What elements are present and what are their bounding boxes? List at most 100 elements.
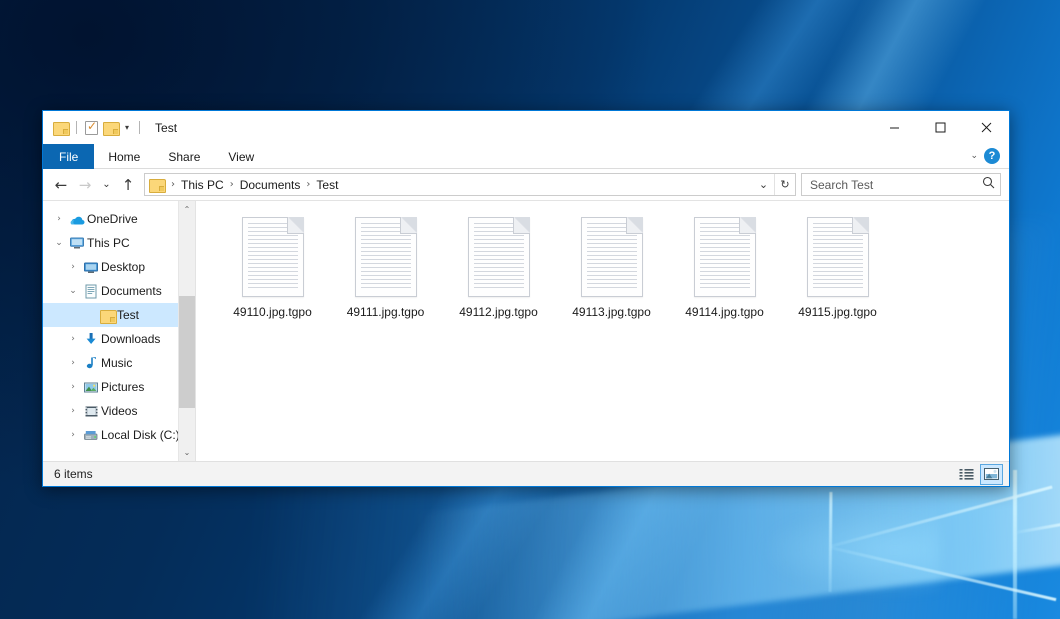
pictures-icon	[81, 381, 101, 394]
sidebar-item-onedrive[interactable]: › OneDrive	[43, 207, 195, 231]
tab-file[interactable]: File	[43, 144, 94, 169]
refresh-icon[interactable]: ↻	[774, 174, 795, 195]
expand-ribbon-icon[interactable]: ⌄	[970, 151, 978, 161]
file-item[interactable]: 49111.jpg.tgpo	[329, 215, 442, 319]
file-explorer-window: ▾ Test File Home Share View ⌄ ? ← →	[42, 110, 1010, 487]
search-input[interactable]: Search Test	[810, 178, 982, 192]
generic-document-icon	[694, 217, 756, 297]
expand-chevron-icon[interactable]: ›	[65, 262, 81, 272]
back-button[interactable]: ←	[49, 173, 73, 197]
sidebar-item-label: Downloads	[101, 332, 160, 346]
file-item[interactable]: 49112.jpg.tgpo	[442, 215, 555, 319]
expand-chevron-icon[interactable]: ›	[65, 406, 81, 416]
status-bar: 6 items	[43, 461, 1009, 486]
tab-home[interactable]: Home	[94, 144, 154, 169]
address-bar: ← → ⌄ ↑ › This PC › Documents › Test ⌄ ↻…	[43, 169, 1009, 200]
onedrive-icon	[67, 213, 87, 226]
sidebar-item-test[interactable]: Test	[43, 303, 195, 327]
window-title: Test	[155, 121, 177, 135]
generic-document-icon	[807, 217, 869, 297]
up-button[interactable]: ↑	[116, 173, 140, 197]
sidebar-item-local-disk-c[interactable]: › Local Disk (C:)	[43, 423, 195, 447]
generic-document-icon	[355, 217, 417, 297]
file-name: 49111.jpg.tgpo	[347, 305, 425, 319]
videos-icon	[81, 405, 101, 418]
file-name: 49112.jpg.tgpo	[459, 305, 538, 319]
recent-locations-button[interactable]: ⌄	[97, 173, 116, 197]
breadcrumb-item-this-pc[interactable]: This PC	[178, 178, 227, 192]
minimize-button[interactable]	[871, 111, 917, 144]
file-item[interactable]: 49110.jpg.tgpo	[216, 215, 329, 319]
expand-chevron-icon[interactable]: ›	[51, 214, 67, 224]
collapse-chevron-icon[interactable]: ⌄	[51, 238, 67, 248]
generic-document-icon	[242, 217, 304, 297]
large-icons-view-button[interactable]	[980, 464, 1003, 485]
scroll-down-button[interactable]: ⌄	[179, 444, 196, 461]
breadcrumb-bar[interactable]: › This PC › Documents › Test ⌄ ↻	[144, 173, 796, 196]
file-list-pane[interactable]: 49110.jpg.tgpo 49111.jpg.tgpo 49112.jpg.…	[195, 201, 1009, 461]
toolbar-separator-1	[76, 121, 77, 134]
sidebar-item-label: Documents	[101, 284, 162, 298]
search-box[interactable]: Search Test	[801, 173, 1001, 196]
breadcrumb-separator-1: ›	[227, 179, 237, 190]
file-grid: 49110.jpg.tgpo 49111.jpg.tgpo 49112.jpg.…	[216, 215, 1009, 319]
folder-tree: › OneDrive ⌄	[43, 201, 195, 447]
maximize-button[interactable]	[917, 111, 963, 144]
sidebar-item-downloads[interactable]: › Downloads	[43, 327, 195, 351]
folder-icon[interactable]	[53, 121, 68, 134]
quick-access-toolbar[interactable]: ▾ Test	[43, 111, 177, 144]
tab-share[interactable]: Share	[154, 144, 214, 169]
scrollbar-track[interactable]	[179, 218, 196, 444]
sidebar-item-label: Videos	[101, 404, 137, 418]
expand-chevron-icon[interactable]: ›	[65, 430, 81, 440]
ribbon-tab-bar: File Home Share View ⌄ ?	[43, 144, 1009, 169]
sidebar-item-music[interactable]: › Music	[43, 351, 195, 375]
expand-chevron-icon[interactable]: ›	[65, 334, 81, 344]
details-view-button[interactable]	[955, 464, 978, 485]
close-button[interactable]	[963, 111, 1009, 144]
collapse-chevron-icon[interactable]: ⌄	[65, 286, 81, 296]
navigation-pane: › OneDrive ⌄	[43, 201, 195, 461]
expand-chevron-icon[interactable]: ›	[65, 358, 81, 368]
search-icon[interactable]	[982, 176, 995, 194]
breadcrumb-item-documents[interactable]: Documents	[237, 178, 304, 192]
window-controls	[871, 111, 1009, 144]
wallpaper-logo-line-vertical-2	[1013, 470, 1017, 619]
sidebar-item-desktop[interactable]: › Desktop	[43, 255, 195, 279]
title-bar[interactable]: ▾ Test	[43, 111, 1009, 144]
sidebar-item-label: This PC	[87, 236, 130, 250]
sidebar-item-this-pc[interactable]: ⌄ This PC	[43, 231, 195, 255]
forward-button[interactable]: →	[73, 173, 97, 197]
scroll-up-button[interactable]: ⌃	[179, 201, 196, 218]
file-item[interactable]: 49115.jpg.tgpo	[781, 215, 894, 319]
sidebar-item-label: Pictures	[101, 380, 144, 394]
file-name: 49114.jpg.tgpo	[685, 305, 764, 319]
properties-icon[interactable]	[85, 121, 98, 135]
breadcrumb-end-controls: ⌄ ↻	[753, 174, 795, 195]
chevron-down-icon[interactable]: ▾	[123, 123, 131, 132]
generic-document-icon	[581, 217, 643, 297]
desktop-icon	[81, 261, 101, 274]
folder-icon	[97, 309, 117, 322]
documents-icon	[81, 284, 101, 299]
help-icon[interactable]: ?	[984, 148, 1000, 164]
sidebar-item-label: Local Disk (C:)	[101, 428, 180, 442]
breadcrumb-item-test[interactable]: Test	[313, 178, 341, 192]
sidebar-item-documents[interactable]: ⌄ Documents	[43, 279, 195, 303]
sidebar-item-videos[interactable]: › Videos	[43, 399, 195, 423]
history-dropdown-icon[interactable]: ⌄	[753, 174, 774, 195]
tab-view[interactable]: View	[214, 144, 268, 169]
new-folder-icon[interactable]	[103, 121, 118, 134]
view-mode-buttons	[955, 464, 1003, 485]
sidebar-item-pictures[interactable]: › Pictures	[43, 375, 195, 399]
file-item[interactable]: 49113.jpg.tgpo	[555, 215, 668, 319]
navigation-scrollbar[interactable]: ⌃ ⌄	[178, 201, 195, 461]
file-item[interactable]: 49114.jpg.tgpo	[668, 215, 781, 319]
expand-chevron-icon[interactable]: ›	[65, 382, 81, 392]
scrollbar-thumb[interactable]	[179, 296, 196, 408]
ribbon-right-controls: ⌄ ?	[970, 144, 1009, 168]
item-count-label: 6 items	[54, 467, 93, 481]
sidebar-item-label: Music	[101, 356, 132, 370]
file-name: 49110.jpg.tgpo	[233, 305, 312, 319]
sidebar-item-label: Test	[117, 308, 139, 322]
